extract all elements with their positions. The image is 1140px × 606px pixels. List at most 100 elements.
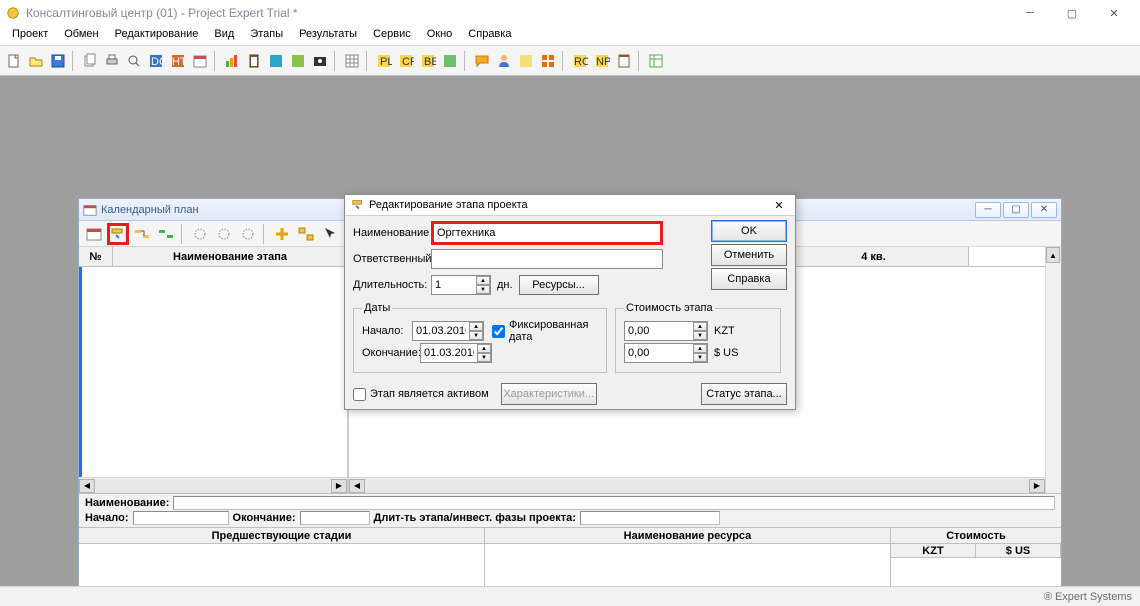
start-date-spinner[interactable]: ▲▼ (412, 321, 484, 341)
filter-icon[interactable] (516, 51, 536, 71)
new-icon[interactable] (4, 51, 24, 71)
menu-obmen[interactable]: Обмен (56, 26, 106, 45)
ct-link-icon[interactable] (131, 223, 153, 245)
html-icon[interactable]: HTML (168, 51, 188, 71)
npv2-icon[interactable]: NPV (592, 51, 612, 71)
scroll-up-icon[interactable]: ▲ (1046, 247, 1060, 263)
cost-header[interactable]: Стоимость (891, 528, 1061, 544)
properties-button[interactable]: Характеристики... (501, 383, 597, 405)
left-hscrollbar[interactable]: ◀ ▶ (79, 477, 347, 493)
open-icon[interactable] (26, 51, 46, 71)
scroll-right-icon[interactable]: ▶ (331, 479, 347, 493)
preview-icon[interactable] (124, 51, 144, 71)
menu-spravka[interactable]: Справка (460, 26, 519, 45)
cost-kzt-spinner[interactable]: ▲▼ (624, 321, 708, 341)
sheet-icon[interactable] (646, 51, 666, 71)
save-icon[interactable] (48, 51, 68, 71)
menu-redaktirovanie[interactable]: Редактирование (107, 26, 207, 45)
dialog-close-button[interactable]: ✕ (769, 196, 789, 214)
menu-etapy[interactable]: Этапы (242, 26, 291, 45)
cost-usd-input[interactable] (625, 344, 693, 362)
pl-icon[interactable]: PL (374, 51, 394, 71)
menu-servis[interactable]: Сервис (365, 26, 419, 45)
ok-button[interactable]: OK (711, 220, 787, 242)
ct-pointer-icon[interactable] (319, 223, 341, 245)
asset-checkbox[interactable] (353, 388, 366, 401)
duration-input[interactable] (432, 276, 476, 294)
dialog-titlebar[interactable]: Редактирование этапа проекта ✕ (345, 195, 795, 216)
grid-icon[interactable] (538, 51, 558, 71)
ct-unlink-icon[interactable] (155, 223, 177, 245)
spin-up-icon[interactable]: ▲ (693, 322, 707, 331)
chart-icon[interactable] (222, 51, 242, 71)
cost-kzt-input[interactable] (625, 322, 693, 340)
ct-gear1-icon[interactable] (189, 223, 211, 245)
ct-gear3-icon[interactable] (237, 223, 259, 245)
table-icon[interactable] (342, 51, 362, 71)
roi-icon[interactable]: ROI (570, 51, 590, 71)
col-name-header[interactable]: Наименование этапа (113, 247, 347, 266)
cost-usd-header[interactable]: $ US (976, 544, 1061, 557)
app2-icon[interactable] (288, 51, 308, 71)
spin-down-icon[interactable]: ▼ (693, 353, 707, 362)
ct-gear2-icon[interactable] (213, 223, 235, 245)
cost-kzt-header[interactable]: KZT (891, 544, 976, 557)
child-maximize-button[interactable]: ▢ (1003, 202, 1029, 218)
cost-usd-spinner[interactable]: ▲▼ (624, 343, 708, 363)
maximize-button[interactable]: ▢ (1052, 2, 1092, 24)
prev-stages-header[interactable]: Предшествующие стадии (79, 528, 484, 544)
cf-icon[interactable]: CF (396, 51, 416, 71)
fixed-date-checkbox[interactable] (492, 325, 505, 338)
resource-list[interactable] (485, 544, 890, 586)
spin-down-icon[interactable]: ▼ (477, 353, 491, 362)
spin-up-icon[interactable]: ▲ (476, 276, 490, 285)
right-vscrollbar[interactable]: ▲ (1045, 247, 1061, 493)
app1-icon[interactable] (266, 51, 286, 71)
be-icon[interactable]: BE (418, 51, 438, 71)
duration-spinner[interactable]: ▲▼ (431, 275, 491, 295)
start-date-input[interactable] (413, 322, 469, 340)
scroll-right-icon[interactable]: ▶ (1029, 479, 1045, 493)
resource-name-header[interactable]: Наименование ресурса (485, 528, 890, 544)
ct-group-icon[interactable] (295, 223, 317, 245)
end-date-input[interactable] (421, 344, 477, 362)
photo-icon[interactable] (310, 51, 330, 71)
doc-icon[interactable]: DOC (146, 51, 166, 71)
scroll-left-icon[interactable]: ◀ (79, 479, 95, 493)
minimize-button[interactable]: ─ (1010, 2, 1050, 24)
print-icon[interactable] (102, 51, 122, 71)
spin-up-icon[interactable]: ▲ (693, 344, 707, 353)
menu-okno[interactable]: Окно (419, 26, 461, 45)
name-input[interactable] (431, 221, 663, 245)
calendar-icon[interactable] (190, 51, 210, 71)
chat-icon[interactable] (472, 51, 492, 71)
status-button[interactable]: Статус этапа... (701, 383, 787, 405)
menu-proekt[interactable]: Проект (4, 26, 56, 45)
menu-rezultaty[interactable]: Результаты (291, 26, 365, 45)
person-icon[interactable] (494, 51, 514, 71)
notepad-icon[interactable] (614, 51, 634, 71)
copy-icon[interactable] (80, 51, 100, 71)
spin-up-icon[interactable]: ▲ (477, 344, 491, 353)
quarter-header[interactable]: 4 кв. (779, 247, 969, 266)
clipboard-icon[interactable] (244, 51, 264, 71)
spin-down-icon[interactable]: ▼ (469, 331, 483, 340)
prev-stages-list[interactable] (79, 544, 484, 586)
spin-up-icon[interactable]: ▲ (469, 322, 483, 331)
scroll-left-icon[interactable]: ◀ (349, 479, 365, 493)
responsible-input[interactable] (431, 249, 663, 269)
cancel-button[interactable]: Отменить (711, 244, 787, 266)
resources-button[interactable]: Ресурсы... (519, 275, 599, 295)
close-button[interactable]: ✕ (1094, 2, 1134, 24)
child-minimize-button[interactable]: ─ (975, 202, 1001, 218)
spin-down-icon[interactable]: ▼ (693, 331, 707, 340)
ct-add-icon[interactable] (271, 223, 293, 245)
help-button[interactable]: Справка (711, 268, 787, 290)
ct-calendar-icon[interactable] (83, 223, 105, 245)
cost-list[interactable] (891, 558, 1061, 586)
col-num-header[interactable]: № (79, 247, 113, 266)
npv-icon[interactable] (440, 51, 460, 71)
menu-vid[interactable]: Вид (206, 26, 242, 45)
spin-down-icon[interactable]: ▼ (476, 285, 490, 294)
ct-stage-edit-icon[interactable] (107, 223, 129, 245)
